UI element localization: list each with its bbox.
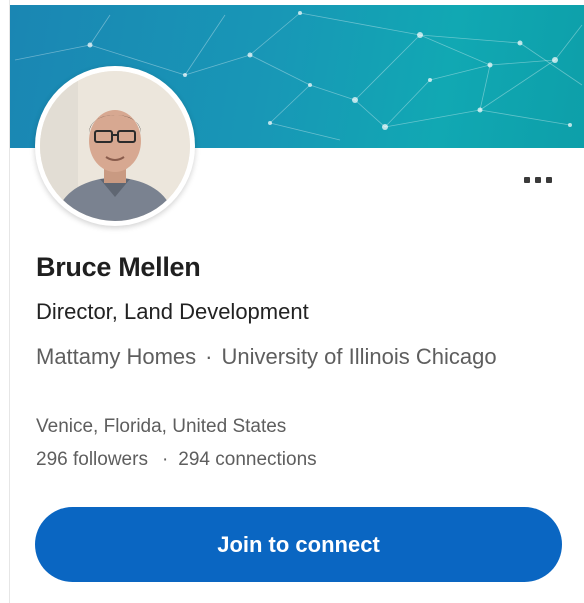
connections-count: 294 connections [178, 449, 317, 470]
profile-name: Bruce Mellen [36, 252, 201, 282]
profile-photo [40, 71, 190, 221]
person-portrait-icon [40, 71, 190, 221]
profile-stats: 296 followers · 294 connections [36, 449, 317, 471]
stats-separator: · [161, 449, 169, 470]
profile-organizations: Mattamy Homes · University of Illinois Chi… [36, 338, 556, 375]
avatar[interactable] [35, 66, 195, 226]
org-separator: · [205, 344, 213, 369]
join-to-connect-button[interactable]: Join to connect [35, 507, 562, 582]
profile-headline: Director, Land Development [36, 299, 309, 324]
followers-count: 296 followers [36, 449, 148, 470]
profile-location: Venice, Florida, United States [36, 416, 287, 437]
more-options-button[interactable] [518, 170, 558, 190]
school-link[interactable]: University of Illinois Chicago [221, 344, 496, 369]
company-link[interactable]: Mattamy Homes [36, 344, 196, 369]
profile-card: Bruce Mellen Director, Land Development … [0, 0, 584, 603]
more-horizontal-icon [524, 177, 530, 183]
